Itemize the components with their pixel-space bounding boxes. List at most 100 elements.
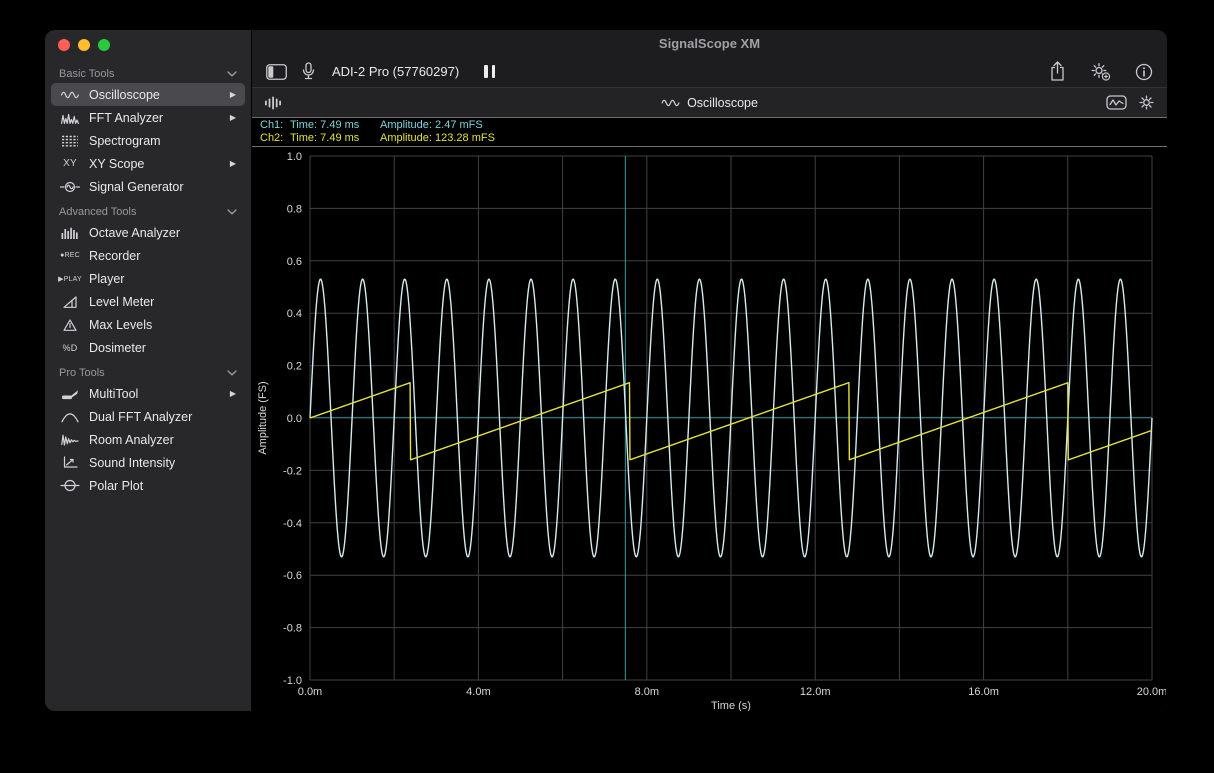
section-label: Pro Tools — [59, 367, 105, 379]
svg-text:-0.8: -0.8 — [283, 623, 302, 635]
max-levels-icon — [58, 319, 82, 331]
multitool-icon — [58, 388, 82, 400]
sidebar-item-polar-plot[interactable]: Polar Plot — [51, 474, 245, 497]
sidebar-item-level-meter[interactable]: Level Meter — [51, 290, 245, 313]
svg-text:-0.4: -0.4 — [283, 518, 302, 530]
ch1-time: Time: 7.49 ms — [290, 119, 380, 132]
sidebar-item-oscilloscope[interactable]: Oscilloscope ▶ — [51, 83, 245, 106]
svg-text:-0.6: -0.6 — [283, 570, 302, 582]
sidebar-item-label: Polar Plot — [89, 479, 143, 493]
sidebar-item-octave-analyzer[interactable]: Octave Analyzer — [51, 221, 245, 244]
zoom-button[interactable] — [98, 39, 110, 51]
svg-text:0.0m: 0.0m — [298, 686, 322, 698]
sidebar-item-room-analyzer[interactable]: Room Analyzer — [51, 428, 245, 451]
sidebar-toggle-button[interactable] — [266, 64, 287, 80]
sidebar-item-sound-intensity[interactable]: Sound Intensity — [51, 451, 245, 474]
svg-text:Time (s): Time (s) — [711, 700, 751, 711]
oscilloscope-chart[interactable]: 1.00.80.60.40.20.0-0.2-0.4-0.6-0.8-1.00.… — [252, 147, 1166, 711]
sidebar-item-dosimeter[interactable]: %D Dosimeter — [51, 336, 245, 359]
sine-wave-icon — [661, 97, 680, 109]
info-button[interactable] — [1135, 63, 1153, 81]
svg-text:0.6: 0.6 — [287, 256, 302, 268]
readout-ch1: Ch1:Time: 7.49 msAmplitude: 2.47 mFS — [260, 119, 1167, 132]
traffic-lights — [45, 30, 251, 60]
sidebar-item-multitool[interactable]: MultiTool ▶ — [51, 382, 245, 405]
section-header-basic-tools[interactable]: Basic Tools — [51, 63, 245, 83]
view-settings-button[interactable] — [1138, 94, 1155, 111]
view-title: Oscilloscope — [661, 96, 758, 110]
share-button[interactable] — [1049, 61, 1066, 82]
dosimeter-icon: %D — [58, 343, 82, 353]
sidebar-item-label: Sound Intensity — [89, 456, 175, 470]
settings-add-button[interactable] — [1090, 62, 1111, 81]
svg-text:8.0m: 8.0m — [635, 686, 659, 698]
svg-text:0.8: 0.8 — [287, 203, 302, 215]
oscilloscope-plot[interactable]: 1.00.80.60.40.20.0-0.2-0.4-0.6-0.8-1.00.… — [252, 147, 1167, 711]
sidebar: Basic Tools Oscilloscope ▶ FFT Analyzer … — [45, 30, 252, 711]
svg-text:0.2: 0.2 — [287, 361, 302, 373]
ch1-amplitude: Amplitude: 2.47 mFS — [380, 119, 483, 131]
chart-style-button[interactable] — [1106, 95, 1127, 110]
play-arrow-icon[interactable]: ▶ — [230, 90, 238, 99]
chevron-down-icon — [227, 370, 237, 376]
sidebar-item-recorder[interactable]: ●REC Recorder — [51, 244, 245, 267]
pause-button[interactable] — [484, 65, 495, 78]
sidebar-item-label: Room Analyzer — [89, 433, 174, 447]
signal-generator-icon — [58, 181, 82, 193]
section-header-advanced-tools[interactable]: Advanced Tools — [51, 201, 245, 221]
sidebar-item-label: Oscilloscope — [89, 88, 160, 102]
sidebar-item-xy-scope[interactable]: XY XY Scope ▶ — [51, 152, 245, 175]
fft-analyzer-icon — [58, 112, 82, 124]
ch1-label: Ch1: — [260, 119, 290, 132]
main-toolbar: ADI-2 Pro (57760297) — [252, 56, 1167, 88]
polar-plot-icon — [58, 479, 82, 492]
sidebar-item-label: Max Levels — [89, 318, 152, 332]
xy-scope-icon: XY — [58, 158, 82, 169]
ch2-amplitude: Amplitude: 123.28 mFS — [380, 132, 495, 144]
ch2-label: Ch2: — [260, 132, 290, 145]
svg-text:-0.2: -0.2 — [283, 465, 302, 477]
window-titlebar: SignalScope XM — [252, 30, 1167, 56]
app-window: Basic Tools Oscilloscope ▶ FFT Analyzer … — [45, 30, 1167, 711]
level-meter-icon — [58, 296, 82, 308]
section-label: Basic Tools — [59, 68, 114, 80]
section-header-pro-tools[interactable]: Pro Tools — [51, 362, 245, 382]
sidebar-section-basic-tools: Basic Tools Oscilloscope ▶ FFT Analyzer … — [51, 63, 245, 198]
svg-text:1.0: 1.0 — [287, 151, 302, 163]
svg-text:Amplitude (FS): Amplitude (FS) — [257, 381, 269, 454]
live-signal-icon[interactable] — [264, 95, 281, 111]
svg-text:12.0m: 12.0m — [800, 686, 831, 698]
sidebar-item-label: Octave Analyzer — [89, 226, 180, 240]
play-arrow-icon[interactable]: ▶ — [230, 159, 238, 168]
sidebar-item-label: Signal Generator — [89, 180, 184, 194]
window-title: SignalScope XM — [659, 36, 760, 51]
main-panel: SignalScope XM ADI-2 Pro (57760297) — [252, 30, 1167, 711]
svg-text:16.0m: 16.0m — [968, 686, 999, 698]
sidebar-item-label: Dual FFT Analyzer — [89, 410, 192, 424]
input-device-icon[interactable] — [302, 62, 315, 81]
record-icon: ●REC — [58, 252, 82, 259]
sidebar-item-label: Dosimeter — [89, 341, 146, 355]
play-arrow-icon[interactable]: ▶ — [230, 113, 238, 122]
sidebar-item-dual-fft-analyzer[interactable]: Dual FFT Analyzer — [51, 405, 245, 428]
sound-intensity-icon — [58, 456, 82, 469]
sidebar-item-label: Recorder — [89, 249, 140, 263]
svg-text:4.0m: 4.0m — [466, 686, 490, 698]
spectrogram-icon — [58, 135, 82, 147]
sidebar-item-label: Spectrogram — [89, 134, 161, 148]
svg-text:20.0m: 20.0m — [1137, 686, 1166, 698]
sidebar-item-player[interactable]: ▶PLAY Player — [51, 267, 245, 290]
sidebar-item-signal-generator[interactable]: Signal Generator — [51, 175, 245, 198]
sidebar-item-label: FFT Analyzer — [89, 111, 163, 125]
octave-analyzer-icon — [58, 227, 82, 239]
view-title-label: Oscilloscope — [687, 96, 758, 110]
sidebar-item-fft-analyzer[interactable]: FFT Analyzer ▶ — [51, 106, 245, 129]
close-button[interactable] — [58, 39, 70, 51]
chevron-down-icon — [227, 71, 237, 77]
minimize-button[interactable] — [78, 39, 90, 51]
sidebar-item-spectrogram[interactable]: Spectrogram — [51, 129, 245, 152]
play-arrow-icon[interactable]: ▶ — [230, 389, 238, 398]
chevron-down-icon — [227, 209, 237, 215]
sidebar-item-max-levels[interactable]: Max Levels — [51, 313, 245, 336]
device-name[interactable]: ADI-2 Pro (57760297) — [332, 64, 459, 79]
